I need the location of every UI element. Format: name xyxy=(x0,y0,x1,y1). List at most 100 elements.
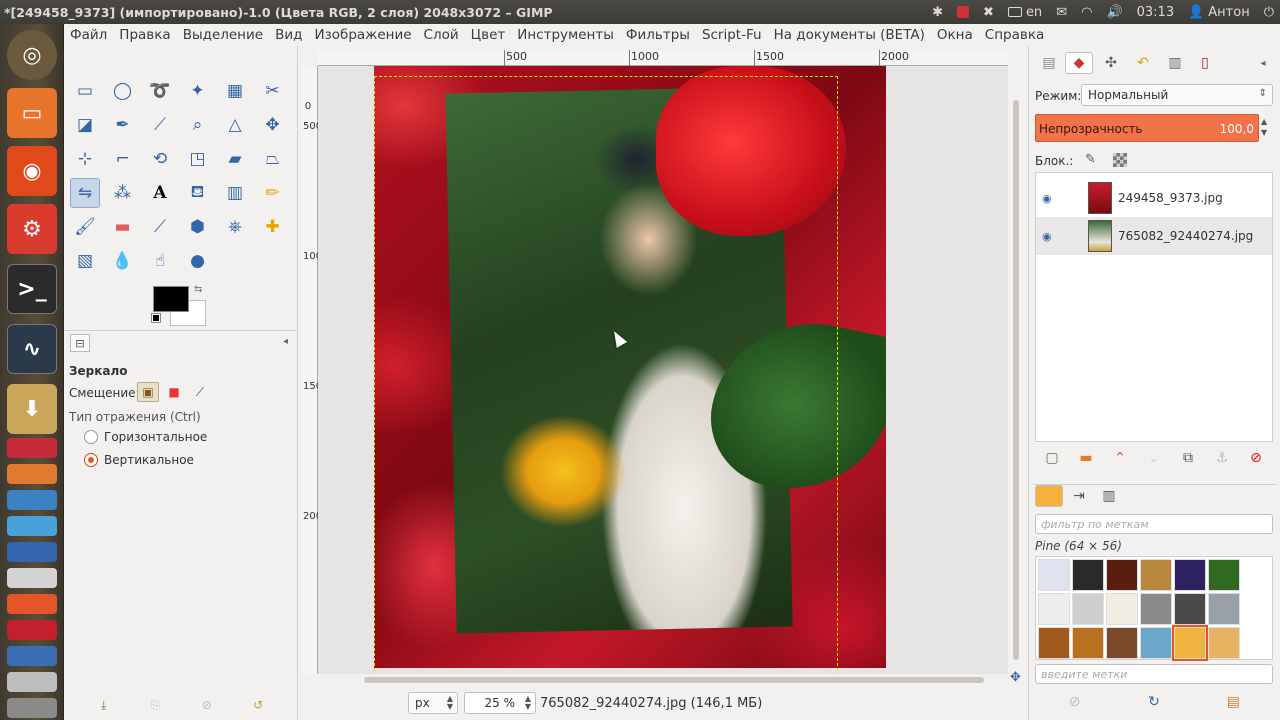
horizontal-scroll-thumb[interactable] xyxy=(364,677,984,683)
horizontal-scrollbar[interactable] xyxy=(318,674,1008,686)
layer-name[interactable]: 249458_9373.jpg xyxy=(1118,191,1223,205)
tool-options-tab-icon[interactable]: ⊟ xyxy=(70,334,90,352)
ellipse-select-icon[interactable]: ◯ xyxy=(108,76,138,106)
scale-icon[interactable]: ◳ xyxy=(183,144,213,174)
horizontal-ruler[interactable]: 500 1000 1500 2000 xyxy=(318,50,1008,66)
perspective-icon[interactable]: ⏢ xyxy=(258,144,288,174)
menu-windows[interactable]: Окна xyxy=(931,27,979,43)
zoom-select[interactable]: 25 % ▲ ▼ xyxy=(464,692,536,714)
menu-tools[interactable]: Инструменты xyxy=(511,27,620,43)
foreground-color[interactable] xyxy=(153,286,189,312)
paintbrush-icon[interactable]: 🖌 xyxy=(70,212,100,242)
pattern-swatch[interactable] xyxy=(1172,625,1208,661)
user-menu[interactable]: 👤 Антон xyxy=(1188,5,1250,20)
tab-patterns-icon[interactable] xyxy=(1035,485,1063,507)
launcher-stack-9[interactable] xyxy=(7,646,57,666)
image-content[interactable] xyxy=(374,66,886,668)
pattern-swatch[interactable] xyxy=(1072,593,1104,625)
layer-row[interactable]: ◉ 765082_92440274.jpg xyxy=(1036,217,1272,255)
tab-channels-icon[interactable]: ✣ xyxy=(1097,52,1125,74)
restore-options-icon[interactable]: ⎘ xyxy=(146,696,164,714)
rect-select-icon[interactable]: ▭ xyxy=(70,76,100,106)
menu-documents[interactable]: На документы (BETA) xyxy=(768,27,931,43)
close-app-icon[interactable]: ✖ xyxy=(983,5,994,20)
shift-selection-icon[interactable]: ■ xyxy=(163,382,185,402)
pattern-swatch[interactable] xyxy=(1106,559,1138,591)
delete-pattern-icon[interactable]: ⊘ xyxy=(1065,694,1085,710)
pattern-swatch[interactable] xyxy=(1174,559,1206,591)
clone-icon[interactable]: ⎈ xyxy=(220,212,250,242)
rotate-icon[interactable]: ⟲ xyxy=(145,144,175,174)
free-select-icon[interactable]: ➰ xyxy=(145,76,175,106)
blur-icon[interactable]: 💧 xyxy=(108,246,138,276)
pattern-swatch[interactable] xyxy=(1140,627,1172,659)
color-picker-icon[interactable]: ⟋ xyxy=(145,110,175,140)
lower-layer-icon[interactable]: ⌄ xyxy=(1144,450,1164,466)
unit-select[interactable]: px ▲ ▼ xyxy=(408,692,458,714)
new-group-icon[interactable]: ▬ xyxy=(1076,450,1096,466)
menu-view[interactable]: Вид xyxy=(269,27,308,43)
layers-list[interactable]: ◉ 249458_9373.jpg ◉ 765082_92440274.jpg xyxy=(1035,172,1273,442)
pattern-swatch[interactable] xyxy=(1038,559,1070,591)
clock[interactable]: 03:13 xyxy=(1137,5,1174,20)
launcher-stack-4[interactable] xyxy=(7,516,57,536)
menu-layer[interactable]: Слой xyxy=(418,27,465,43)
lock-pixels-icon[interactable]: ✎ xyxy=(1085,152,1096,167)
vertical-scroll-thumb[interactable] xyxy=(1013,100,1019,660)
launcher-stack-2[interactable] xyxy=(7,464,57,484)
pattern-swatch[interactable] xyxy=(1038,627,1070,659)
menu-edit[interactable]: Правка xyxy=(113,27,176,43)
launcher-stack-10[interactable] xyxy=(7,672,57,692)
radio-vertical-circle[interactable] xyxy=(84,453,98,467)
ubuntu-logo-icon[interactable]: ◎ xyxy=(7,30,57,80)
launcher-stack-11[interactable] xyxy=(7,698,57,718)
pattern-swatch[interactable] xyxy=(1106,593,1138,625)
scissors-icon[interactable]: ✂ xyxy=(258,76,288,106)
launcher-stack-5[interactable] xyxy=(7,542,57,562)
navigate-icon[interactable]: ✥ xyxy=(1010,670,1021,685)
system-monitor-icon[interactable]: ∿ xyxy=(7,324,57,374)
pattern-swatch[interactable] xyxy=(1072,627,1104,659)
paths-icon[interactable]: ✒ xyxy=(108,110,138,140)
pattern-swatch[interactable] xyxy=(1174,593,1206,625)
patterns-grid[interactable] xyxy=(1035,556,1273,661)
zoom-icon[interactable]: ⌕ xyxy=(183,110,213,140)
color-select-icon[interactable]: ▦ xyxy=(220,76,250,106)
heal-icon[interactable]: ✚ xyxy=(258,212,288,242)
open-pattern-icon[interactable]: ▤ xyxy=(1223,694,1243,710)
menu-select[interactable]: Выделение xyxy=(177,27,269,43)
reset-colors-icon[interactable] xyxy=(151,313,161,323)
tab-gradient-icon[interactable]: ▥ xyxy=(1095,485,1123,507)
opacity-spin-icon[interactable]: ▲ ▼ xyxy=(1261,116,1267,138)
wifi-icon[interactable]: ◠ xyxy=(1081,5,1092,20)
align-icon[interactable]: ⊹ xyxy=(70,144,100,174)
measure-icon[interactable]: △ xyxy=(220,110,250,140)
settings-icon[interactable]: ⚙ xyxy=(7,204,57,254)
menu-help[interactable]: Справка xyxy=(979,27,1050,43)
power-icon[interactable]: ⏻ xyxy=(1264,5,1274,20)
tab-brushes-icon[interactable]: ⇥ xyxy=(1065,485,1093,507)
tab-menu-icon[interactable]: ◂ xyxy=(283,336,288,347)
delete-layer-icon[interactable]: ⊘ xyxy=(1246,450,1266,466)
radio-horizontal-circle[interactable] xyxy=(84,430,98,444)
pattern-swatch[interactable] xyxy=(1208,593,1240,625)
tab-tool-options-icon[interactable]: ▤ xyxy=(1035,52,1063,74)
download-icon[interactable]: ⬇ xyxy=(7,384,57,434)
bluetooth-icon[interactable]: ✱ xyxy=(932,5,943,20)
radio-horizontal[interactable]: Горизонтальное xyxy=(84,430,207,444)
save-options-icon[interactable]: ⤓ xyxy=(95,696,113,714)
menu-image[interactable]: Изображение xyxy=(308,27,417,43)
pattern-swatch[interactable] xyxy=(1208,559,1240,591)
eye-icon[interactable]: ◉ xyxy=(1042,230,1052,243)
vertical-ruler[interactable]: 0 500 1000 1500 2000 xyxy=(302,66,328,674)
flip-icon[interactable]: ⇋ xyxy=(70,178,100,208)
layer-row[interactable]: ◉ 249458_9373.jpg xyxy=(1036,179,1272,217)
foreground-select-icon[interactable]: ◪ xyxy=(70,110,100,140)
launcher-stack-8[interactable] xyxy=(7,620,57,640)
tag-filter-input[interactable]: фильтр по меткам xyxy=(1035,514,1273,534)
shift-layer-icon[interactable]: ▣ xyxy=(137,382,159,402)
terminal-icon[interactable]: >_ xyxy=(7,264,57,314)
crop-icon[interactable]: ⌐ xyxy=(108,144,138,174)
pattern-swatch[interactable] xyxy=(1208,627,1240,659)
keyboard-indicator[interactable]: en xyxy=(1007,5,1042,20)
